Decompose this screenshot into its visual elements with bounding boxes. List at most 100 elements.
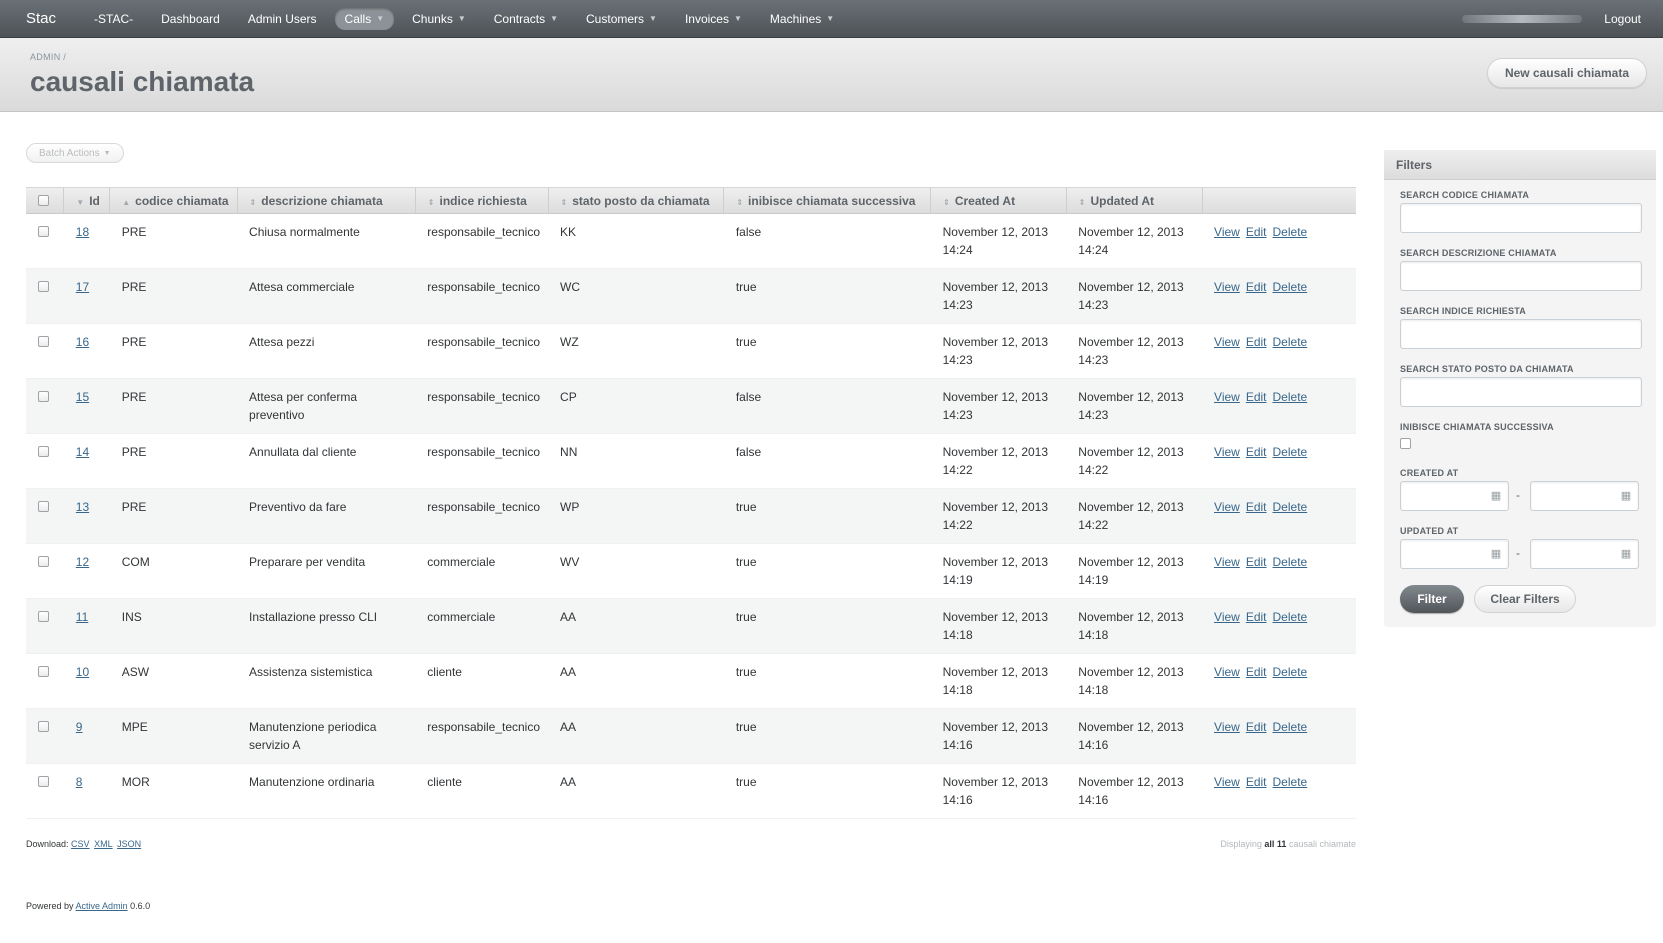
filter-created-to-input[interactable]: ▦ xyxy=(1530,481,1639,511)
view-link[interactable]: View xyxy=(1214,610,1240,624)
filter-stato-input[interactable] xyxy=(1400,377,1642,407)
download-xml-link[interactable]: XML xyxy=(94,839,113,849)
edit-link[interactable]: Edit xyxy=(1246,555,1267,569)
view-link[interactable]: View xyxy=(1214,225,1240,239)
row-actions: View Edit Delete xyxy=(1202,599,1356,654)
row-select-checkbox[interactable] xyxy=(38,446,49,457)
column-header-descrizione-chiamata[interactable]: ⇕ descrizione chiamata xyxy=(237,187,416,214)
filter-indice-input[interactable] xyxy=(1400,319,1642,349)
record-id-link[interactable]: 13 xyxy=(76,500,89,514)
delete-link[interactable]: Delete xyxy=(1273,720,1308,734)
edit-link[interactable]: Edit xyxy=(1246,610,1267,624)
select-all-checkbox[interactable] xyxy=(38,195,49,206)
calendar-icon[interactable]: ▦ xyxy=(1620,490,1632,502)
view-link[interactable]: View xyxy=(1214,390,1240,404)
edit-link[interactable]: Edit xyxy=(1246,665,1267,679)
row-select-checkbox[interactable] xyxy=(38,666,49,677)
filter-button[interactable]: Filter xyxy=(1400,585,1464,613)
record-id-link[interactable]: 16 xyxy=(76,335,89,349)
delete-link[interactable]: Delete xyxy=(1273,390,1308,404)
nav-tab-machines[interactable]: Machines ▼ xyxy=(760,8,844,30)
filter-updated-to-input[interactable]: ▦ xyxy=(1530,539,1639,569)
delete-link[interactable]: Delete xyxy=(1273,280,1308,294)
column-header-updated-at[interactable]: ⇕ Updated At xyxy=(1066,187,1203,214)
nav-tab-contracts[interactable]: Contracts ▼ xyxy=(484,8,568,30)
column-header-id[interactable]: ▼ Id xyxy=(63,187,111,214)
record-id-link[interactable]: 17 xyxy=(76,280,89,294)
view-link[interactable]: View xyxy=(1214,720,1240,734)
edit-link[interactable]: Edit xyxy=(1246,775,1267,789)
clear-filters-button[interactable]: Clear Filters xyxy=(1474,585,1576,613)
column-header-indice-richiesta[interactable]: ⇕ indice richiesta xyxy=(415,187,549,214)
column-header-stato-posto-da-chiamata[interactable]: ⇕ stato posto da chiamata xyxy=(548,187,725,214)
row-actions: View Edit Delete xyxy=(1202,709,1356,764)
filter-descrizione-input[interactable] xyxy=(1400,261,1642,291)
edit-link[interactable]: Edit xyxy=(1246,720,1267,734)
record-id-link[interactable]: 11 xyxy=(76,610,88,624)
calendar-icon[interactable]: ▦ xyxy=(1620,548,1632,560)
view-link[interactable]: View xyxy=(1214,335,1240,349)
download-json-link[interactable]: JSON xyxy=(117,839,141,849)
nav-tab-customers[interactable]: Customers ▼ xyxy=(576,8,667,30)
view-link[interactable]: View xyxy=(1214,665,1240,679)
edit-link[interactable]: Edit xyxy=(1246,225,1267,239)
nav-tab-invoices[interactable]: Invoices ▼ xyxy=(675,8,752,30)
record-id-link[interactable]: 10 xyxy=(76,665,89,679)
view-link[interactable]: View xyxy=(1214,445,1240,459)
active-admin-link[interactable]: Active Admin xyxy=(76,901,128,911)
view-link[interactable]: View xyxy=(1214,555,1240,569)
delete-link[interactable]: Delete xyxy=(1273,610,1308,624)
delete-link[interactable]: Delete xyxy=(1273,555,1308,569)
row-select-checkbox[interactable] xyxy=(38,556,49,567)
record-id-link[interactable]: 15 xyxy=(76,390,89,404)
edit-link[interactable]: Edit xyxy=(1246,335,1267,349)
edit-link[interactable]: Edit xyxy=(1246,280,1267,294)
current-user-link[interactable] xyxy=(1462,15,1583,23)
edit-link[interactable]: Edit xyxy=(1246,445,1267,459)
record-id-link[interactable]: 8 xyxy=(76,775,83,789)
row-select-checkbox[interactable] xyxy=(38,226,49,237)
delete-link[interactable]: Delete xyxy=(1273,445,1308,459)
delete-link[interactable]: Delete xyxy=(1273,500,1308,514)
filter-inibisce-checkbox[interactable] xyxy=(1400,438,1411,449)
row-select-checkbox[interactable] xyxy=(38,281,49,292)
view-link[interactable]: View xyxy=(1214,280,1240,294)
nav-tab-stac[interactable]: -STAC- xyxy=(84,8,143,30)
column-header-created-at[interactable]: ⇕ Created At xyxy=(930,187,1067,214)
column-header-codice-chiamata[interactable]: ▲ codice chiamata xyxy=(109,187,238,214)
nav-tab-admin-users[interactable]: Admin Users xyxy=(238,8,327,30)
calendar-icon[interactable]: ▦ xyxy=(1490,548,1502,560)
nav-tab-calls[interactable]: Calls ▼ xyxy=(334,7,395,30)
view-link[interactable]: View xyxy=(1214,500,1240,514)
filter-updated-from-input[interactable]: ▦ xyxy=(1400,539,1509,569)
record-id-link[interactable]: 9 xyxy=(76,720,83,734)
row-select-checkbox[interactable] xyxy=(38,336,49,347)
edit-link[interactable]: Edit xyxy=(1246,500,1267,514)
row-select-checkbox[interactable] xyxy=(38,611,49,622)
record-id-link[interactable]: 18 xyxy=(76,225,89,239)
logout-link[interactable]: Logout xyxy=(1604,12,1641,26)
nav-tab-chunks[interactable]: Chunks ▼ xyxy=(402,8,476,30)
row-select-checkbox[interactable] xyxy=(38,501,49,512)
site-title[interactable]: Stac xyxy=(26,10,56,27)
delete-link[interactable]: Delete xyxy=(1273,775,1308,789)
batch-actions-button[interactable]: Batch Actions ▼ xyxy=(26,143,124,163)
nav-tab-dashboard[interactable]: Dashboard xyxy=(151,8,230,30)
calendar-icon[interactable]: ▦ xyxy=(1490,490,1502,502)
download-csv-link[interactable]: CSV xyxy=(71,839,90,849)
row-select-checkbox[interactable] xyxy=(38,776,49,787)
edit-link[interactable]: Edit xyxy=(1246,390,1267,404)
row-select-checkbox[interactable] xyxy=(38,721,49,732)
delete-link[interactable]: Delete xyxy=(1273,335,1308,349)
record-id-link[interactable]: 14 xyxy=(76,445,89,459)
delete-link[interactable]: Delete xyxy=(1273,665,1308,679)
new-causali-chiamata-button[interactable]: New causali chiamata xyxy=(1486,58,1647,88)
filter-created-from-input[interactable]: ▦ xyxy=(1400,481,1509,511)
breadcrumb[interactable]: ADMIN / xyxy=(30,52,1633,62)
delete-link[interactable]: Delete xyxy=(1273,225,1308,239)
row-select-checkbox[interactable] xyxy=(38,391,49,402)
filter-codice-input[interactable] xyxy=(1400,203,1642,233)
column-header-inibisce-chiamata-successiva[interactable]: ⇕ inibisce chiamata successiva xyxy=(723,187,932,214)
record-id-link[interactable]: 12 xyxy=(76,555,89,569)
view-link[interactable]: View xyxy=(1214,775,1240,789)
